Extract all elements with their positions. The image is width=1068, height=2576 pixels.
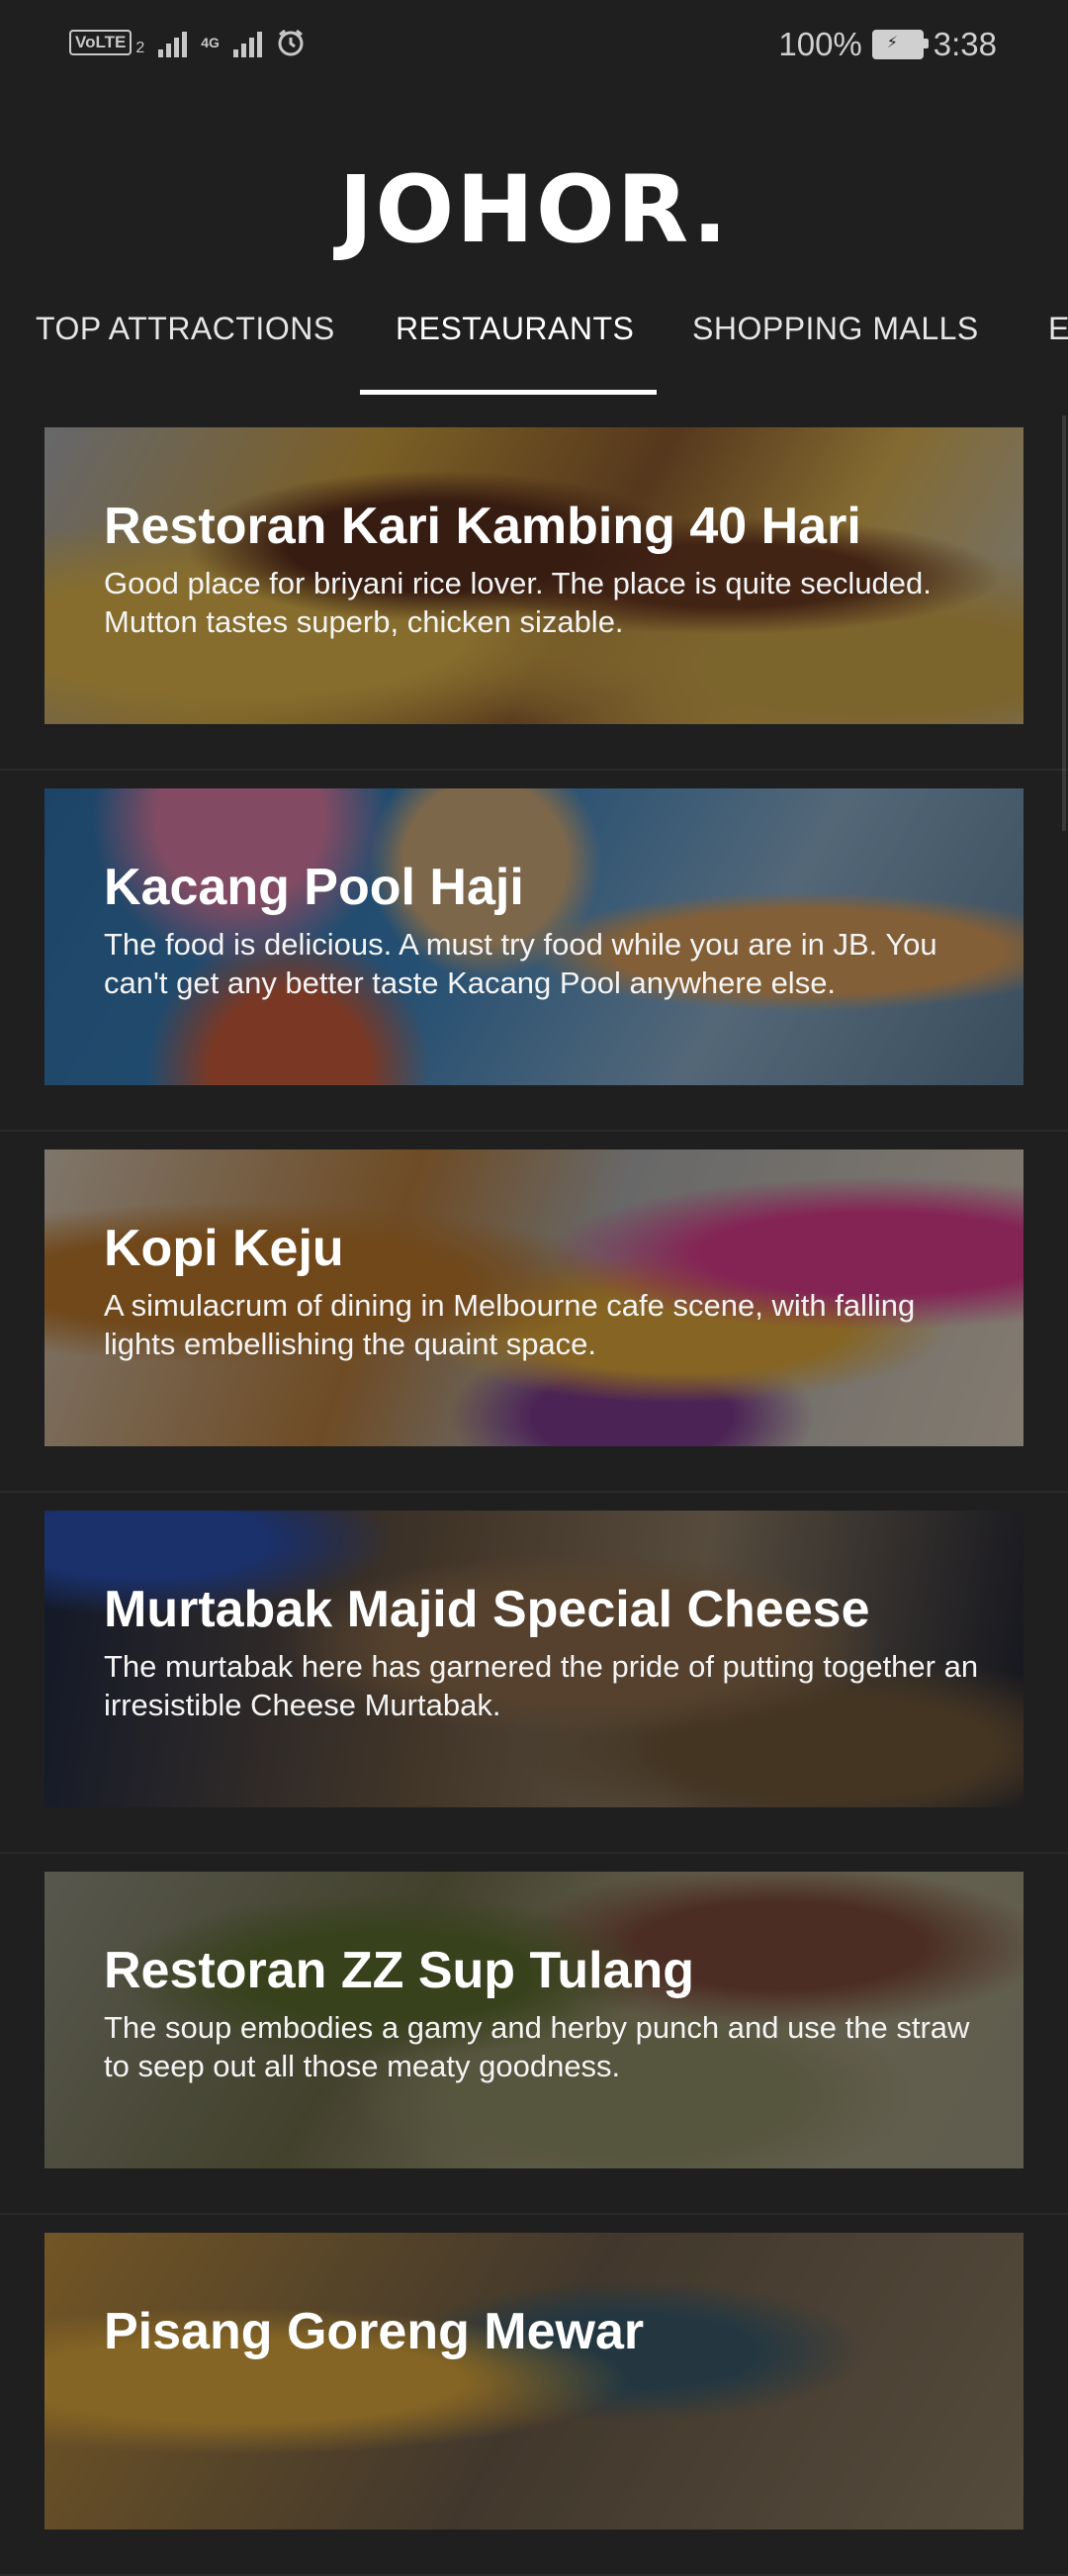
tab-top-attractions[interactable]: TOP ATTRACTIONS (36, 311, 335, 347)
battery-icon: ⚡ (871, 30, 929, 59)
restaurant-name: Murtabak Majid Special Cheese (104, 1581, 870, 1638)
restaurant-card[interactable]: Pisang Goreng Mewar (44, 2233, 1024, 2530)
sim-number: 2 (135, 40, 145, 56)
restaurant-description: The murtabak here has garnered the pride… (104, 1649, 979, 1722)
list-item: Restoran ZZ Sup Tulang The soup embodies… (0, 1854, 1068, 2215)
status-bar: VoLTE 2 4G 100% ⚡ 3:38 (0, 0, 1068, 89)
clock: 3:38 (933, 26, 997, 62)
battery-percent: 100% (778, 26, 862, 62)
list-item: Kacang Pool Haji The food is delicious. … (0, 771, 1068, 1132)
restaurant-card[interactable]: Kopi Keju A simulacrum of dining in Melb… (44, 1150, 1024, 1446)
restaurant-card[interactable]: Murtabak Majid Special Cheese The murtab… (44, 1511, 1024, 1807)
restaurant-card[interactable]: Restoran Kari Kambing 40 Hari Good place… (44, 427, 1024, 724)
restaurant-card[interactable]: Restoran ZZ Sup Tulang The soup embodies… (44, 1872, 1024, 2168)
active-tab-indicator (360, 390, 657, 395)
alarm-icon (278, 29, 304, 56)
list-item: Kopi Keju A simulacrum of dining in Melb… (0, 1132, 1068, 1493)
tab-partial-next[interactable]: E (1048, 311, 1068, 347)
restaurant-description: A simulacrum of dining in Melbourne cafe… (104, 1288, 916, 1361)
signal-icon (158, 28, 188, 57)
restaurant-card[interactable]: Kacang Pool Haji The food is delicious. … (44, 788, 1024, 1085)
app-title: JOHOR. (338, 156, 730, 264)
restaurant-name: Restoran Kari Kambing 40 Hari (104, 498, 861, 555)
list-item: Pisang Goreng Mewar (0, 2215, 1068, 2576)
tab-restaurants[interactable]: RESTAURANTS (396, 311, 634, 347)
category-tabs: TOP ATTRACTIONS RESTAURANTS SHOPPING MAL… (0, 293, 1068, 398)
restaurant-name: Kopi Keju (104, 1220, 344, 1277)
restaurant-description: Good place for briyani rice lover. The p… (104, 566, 932, 639)
list-item: Murtabak Majid Special Cheese The murtab… (0, 1493, 1068, 1854)
network-type: 4G (201, 35, 220, 50)
restaurant-description: The soup embodies a gamy and herby punch… (104, 2010, 970, 2083)
status-left: VoLTE 2 4G (69, 28, 306, 57)
status-right: 100% ⚡ 3:38 (778, 26, 997, 63)
signal-icon-2 (232, 28, 262, 57)
restaurant-list: Restoran Kari Kambing 40 Hari Good place… (0, 410, 1068, 2576)
restaurant-description: The food is delicious. A must try food w… (104, 927, 937, 1000)
scrollbar[interactable] (1062, 415, 1066, 831)
restaurant-name: Pisang Goreng Mewar (104, 2303, 645, 2360)
list-item: Restoran Kari Kambing 40 Hari Good place… (0, 410, 1068, 771)
restaurant-name: Kacang Pool Haji (104, 859, 524, 916)
volte-icon: VoLTE (69, 30, 133, 55)
restaurant-name: Restoran ZZ Sup Tulang (104, 1942, 695, 1999)
tab-shopping-malls[interactable]: SHOPPING MALLS (692, 311, 979, 347)
